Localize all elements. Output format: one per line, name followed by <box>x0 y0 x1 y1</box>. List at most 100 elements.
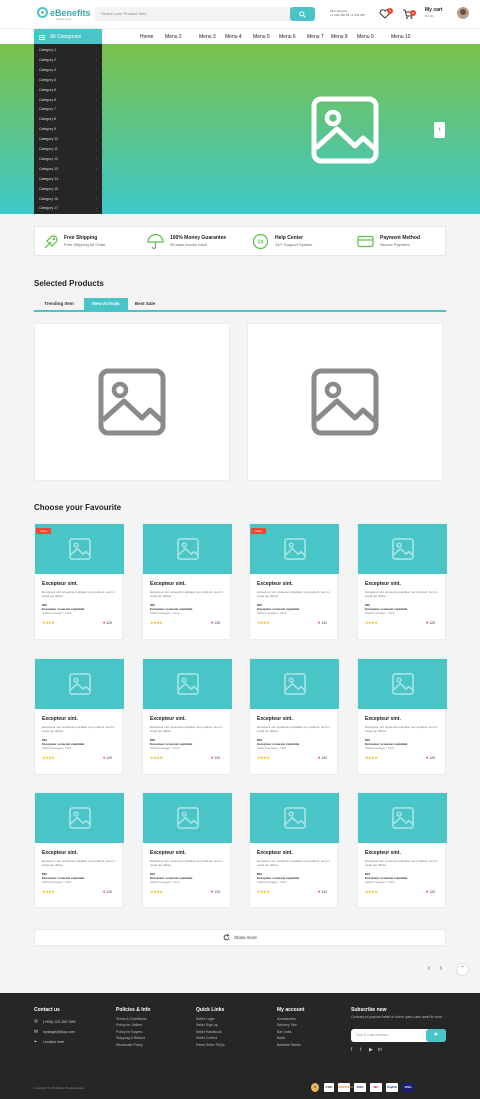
send-icon[interactable]: ➤ <box>426 1029 446 1042</box>
product-title[interactable]: Excepteur sint. <box>365 850 401 856</box>
category-item[interactable]: Category 11 <box>39 147 58 151</box>
category-item[interactable]: Category 13 <box>39 167 58 171</box>
like-button[interactable]: ♥ 120 <box>211 889 220 894</box>
category-item[interactable]: Category 9 <box>39 127 56 131</box>
category-item[interactable]: Category 14 <box>39 177 58 181</box>
category-item[interactable]: Category 6 <box>39 98 56 102</box>
search-button[interactable] <box>290 7 315 21</box>
product-image[interactable] <box>143 793 232 843</box>
like-button[interactable]: ♥ 120 <box>211 620 220 625</box>
like-button[interactable]: ♥ 120 <box>103 889 112 894</box>
footer-link[interactable]: Wholesale Policy <box>116 1043 143 1047</box>
search-input[interactable]: Search your Product here <box>101 11 147 16</box>
linkedin-icon[interactable]: in <box>378 1047 382 1053</box>
product-image[interactable] <box>250 659 339 709</box>
product-image[interactable] <box>358 793 447 843</box>
product-card[interactable]: Excepteur sint. Excepteur sint occaecat c… <box>142 658 232 775</box>
tab-best-sale[interactable]: Best Sale <box>130 298 160 310</box>
product-title[interactable]: Excepteur sint. <box>365 581 401 587</box>
nav-item-menu-6[interactable]: Menu 6 <box>279 34 296 40</box>
nav-item-menu-3[interactable]: Menu 3 <box>199 34 216 40</box>
like-button[interactable]: ♥ 120 <box>426 620 435 625</box>
category-item[interactable]: Category 2 <box>39 58 56 62</box>
avatar[interactable] <box>457 7 469 19</box>
chevron-right-icon[interactable]: › <box>436 963 446 974</box>
footer-link[interactable]: Terms & Conditions <box>116 1017 146 1021</box>
footer-link[interactable]: Bedside Tables <box>277 1043 301 1047</box>
category-item[interactable]: Category 7 <box>39 107 56 111</box>
footer-link[interactable]: Bar Units <box>277 1030 291 1034</box>
category-item[interactable]: Category 3 <box>39 68 56 72</box>
product-title[interactable]: Excepteur sint. <box>257 850 293 856</box>
nav-item-home[interactable]: Home <box>140 34 153 40</box>
footer-link[interactable]: Seller Control <box>196 1036 217 1040</box>
chevron-left-icon[interactable]: ‹ <box>424 963 434 974</box>
product-card[interactable]: Excepteur sint. Excepteur sint occaecat c… <box>249 658 339 775</box>
facebook-icon[interactable]: f <box>351 1047 352 1053</box>
selected-product-card[interactable] <box>34 323 230 481</box>
like-button[interactable]: ♥ 120 <box>426 889 435 894</box>
footer-link[interactable]: Policy for Buyers <box>116 1030 142 1034</box>
product-card[interactable]: Excepteur sint. Excepteur sint occaecat c… <box>357 792 447 908</box>
like-button[interactable]: ♥ 120 <box>426 755 435 760</box>
product-title[interactable]: Excepteur sint. <box>42 850 78 856</box>
product-title[interactable]: Excepteur sint. <box>257 581 293 587</box>
nav-item-menu-2[interactable]: Menu 2 <box>165 34 182 40</box>
tab-trending-item[interactable]: Trending Item <box>36 298 82 310</box>
product-card[interactable]: Excepteur sint. Excepteur sint occaecat c… <box>34 792 124 908</box>
like-button[interactable]: ♥ 120 <box>211 755 220 760</box>
twitter-icon[interactable]: t <box>360 1047 361 1053</box>
category-item[interactable]: Category 16 <box>39 197 58 201</box>
product-image[interactable] <box>35 659 124 709</box>
product-image[interactable] <box>143 524 232 574</box>
product-image[interactable] <box>358 659 447 709</box>
product-card[interactable]: Excepteur sint. Excepteur sint occaecat c… <box>249 792 339 908</box>
product-title[interactable]: Excepteur sint. <box>257 716 293 722</box>
category-item[interactable]: Category 1 <box>39 48 56 52</box>
selected-product-card[interactable] <box>247 323 443 481</box>
show-more-button[interactable]: Show more <box>34 929 446 946</box>
product-image[interactable] <box>358 524 447 574</box>
category-item[interactable]: Category 15 <box>39 187 58 191</box>
product-image[interactable] <box>250 793 339 843</box>
footer-link[interactable]: Beds <box>277 1036 285 1040</box>
scroll-top-icon[interactable]: ⌃ <box>456 963 469 976</box>
footer-link[interactable]: Seller Handbook <box>196 1030 222 1034</box>
youtube-icon[interactable]: ▶ <box>369 1047 373 1053</box>
product-card[interactable]: Excepteur sint. Excepteur sint occaecat c… <box>357 658 447 775</box>
nav-item-menu-9[interactable]: Menu 9 <box>357 34 374 40</box>
cart-title[interactable]: My cart <box>425 7 443 13</box>
category-item[interactable]: Category 17 <box>39 206 58 210</box>
like-button[interactable]: ♥ 120 <box>318 889 327 894</box>
footer-link[interactable]: Panel Seller FAQs <box>196 1043 225 1047</box>
product-card[interactable]: New Excepteur sint. Excepteur sint occaeca… <box>249 523 339 640</box>
search-bar[interactable]: Search your Product here <box>95 7 315 21</box>
product-card[interactable]: Excepteur sint. Excepteur sint occaecat c… <box>142 792 232 908</box>
product-title[interactable]: Excepteur sint. <box>150 581 186 587</box>
subscribe-email-field[interactable]: Your E-mail address... ➤ <box>351 1029 446 1042</box>
like-button[interactable]: ♥ 120 <box>318 755 327 760</box>
category-item[interactable]: Category 8 <box>39 117 56 121</box>
product-card[interactable]: Excepteur sint. Excepteur sint occaecat c… <box>357 523 447 640</box>
footer-link[interactable]: Accessories <box>277 1017 296 1021</box>
product-title[interactable]: Excepteur sint. <box>150 850 186 856</box>
all-categories-button[interactable]: All Categories <box>34 29 102 45</box>
product-image[interactable] <box>35 793 124 843</box>
product-title[interactable]: Excepteur sint. <box>150 716 186 722</box>
product-title[interactable]: Excepteur sint. <box>42 716 78 722</box>
like-button[interactable]: ♥ 120 <box>103 620 112 625</box>
nav-item-menu-5[interactable]: Menu 5 <box>253 34 270 40</box>
nav-item-menu-8[interactable]: Menu 8 <box>331 34 348 40</box>
footer-link[interactable]: Seller Login <box>196 1017 214 1021</box>
category-item[interactable]: Category 12 <box>39 157 58 161</box>
footer-link[interactable]: Policy for Sellers <box>116 1023 142 1027</box>
like-button[interactable]: ♥ 120 <box>103 755 112 760</box>
footer-link[interactable]: Seller Sign up <box>196 1023 218 1027</box>
nav-item-menu-4[interactable]: Menu 4 <box>225 34 242 40</box>
product-card[interactable]: Excepteur sint. Excepteur sint occaecat c… <box>34 658 124 775</box>
chevron-right-icon[interactable]: › <box>434 122 445 138</box>
product-title[interactable]: Excepteur sint. <box>365 716 401 722</box>
contact-email[interactable]: mystage@shop.com <box>43 1030 75 1034</box>
footer-link[interactable]: Delivery Tale <box>277 1023 297 1027</box>
product-image[interactable] <box>143 659 232 709</box>
